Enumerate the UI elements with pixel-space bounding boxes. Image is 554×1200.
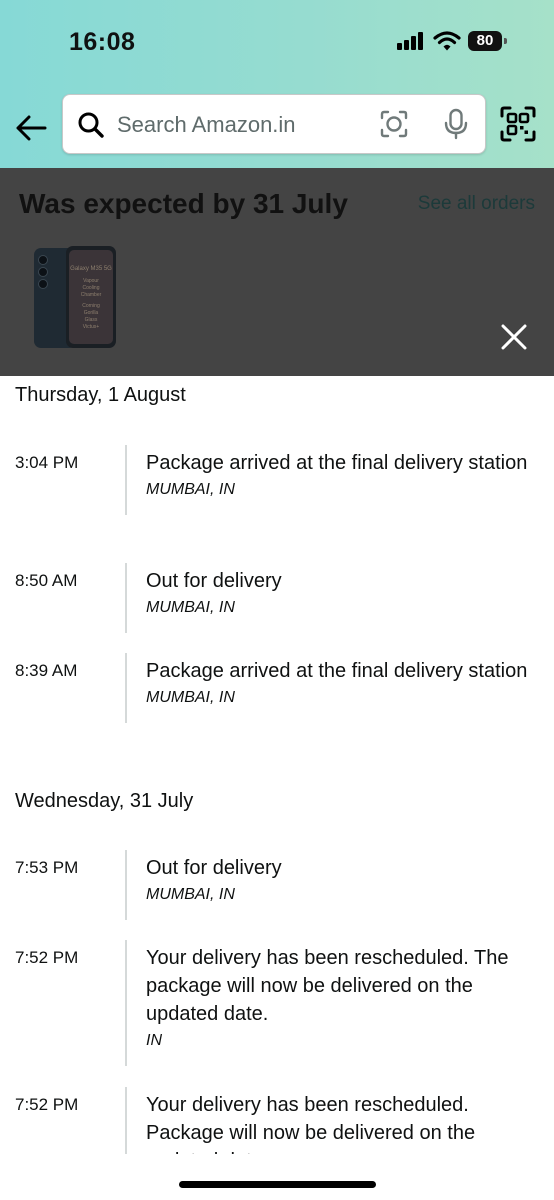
delivery-status-title: Was expected by 31 July [19, 188, 348, 219]
event-location: MUMBAI, IN [146, 599, 235, 616]
event-time: 7:53 PM [15, 858, 79, 877]
svg-text:Galaxy M35 5G: Galaxy M35 5G [70, 266, 112, 272]
svg-text:Victus+: Victus+ [83, 324, 100, 330]
event-description: Out for delivery [146, 570, 282, 592]
timeline-divider [125, 940, 127, 1066]
svg-text:Gorilla: Gorilla [84, 310, 99, 316]
day-header: Wednesday, 31 July [15, 790, 194, 812]
event-time: 3:04 PM [15, 453, 79, 472]
event-description: Your delivery has been rescheduled. The … [146, 947, 509, 1025]
event-location: MUMBAI, IN [146, 481, 235, 498]
back-arrow-icon [16, 115, 47, 141]
qr-scanner-icon[interactable] [500, 106, 536, 147]
event-location: MUMBAI, IN [146, 689, 235, 706]
event-description: Your delivery has been rescheduled. Pack… [146, 1094, 476, 1154]
home-indicator[interactable] [179, 1181, 376, 1188]
event-location: MUMBAI, IN [146, 886, 235, 903]
close-icon[interactable] [500, 323, 528, 356]
search-icon [77, 111, 105, 144]
status-bar: 16:08 80 [0, 0, 554, 85]
svg-text:Cooling: Cooling [83, 285, 100, 291]
product-image[interactable]: Galaxy M35 5G Vapour Cooling Chamber Cor… [34, 246, 118, 350]
event-time: 7:52 PM [15, 1095, 79, 1114]
event-description: Package arrived at the final delivery st… [146, 660, 528, 682]
status-time: 16:08 [69, 28, 136, 56]
wifi-icon [433, 30, 461, 57]
timeline-divider [125, 653, 127, 723]
event-time: 7:52 PM [15, 948, 79, 967]
timeline-divider [125, 445, 127, 515]
event-time: 8:39 AM [15, 661, 78, 680]
timeline-divider [125, 1087, 127, 1154]
tracking-timeline: Thursday, 1 August 3:04 PM Package arriv… [0, 376, 554, 1154]
cellular-signal-icon [397, 32, 425, 50]
event-time: 8:50 AM [15, 571, 78, 590]
timeline-divider [125, 850, 127, 920]
event-description: Out for delivery [146, 857, 282, 879]
search-header [0, 85, 554, 168]
event-description: Package arrived at the final delivery st… [146, 452, 528, 474]
see-all-orders-link[interactable]: See all orders [418, 193, 535, 215]
battery-icon: 80 [468, 31, 507, 51]
order-summary-panel: Was expected by 31 July See all orders G… [0, 168, 554, 376]
day-header: Thursday, 1 August [15, 384, 186, 406]
camera-lens-icon[interactable] [379, 109, 409, 144]
search-bar[interactable] [62, 94, 486, 154]
svg-text:Glass: Glass [85, 317, 98, 323]
back-button[interactable] [14, 110, 50, 146]
svg-text:Corning: Corning [82, 303, 100, 309]
timeline-divider [125, 563, 127, 633]
event-location: IN [146, 1032, 162, 1049]
microphone-icon[interactable] [443, 108, 469, 145]
search-input[interactable] [115, 105, 369, 145]
svg-text:Vapour: Vapour [83, 278, 99, 284]
svg-text:Chamber: Chamber [81, 292, 102, 298]
